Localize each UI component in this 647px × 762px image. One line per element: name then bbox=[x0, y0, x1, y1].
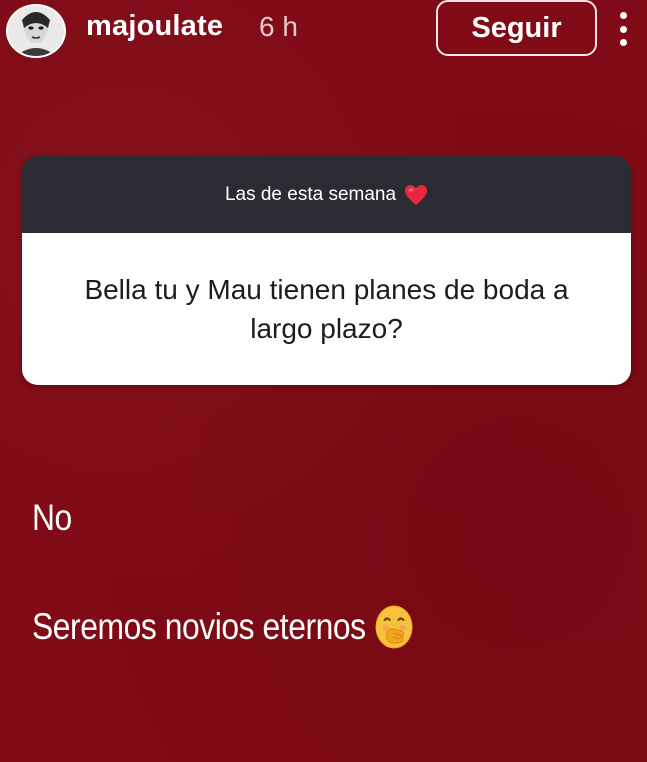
sticker-heading: Las de esta semana bbox=[224, 183, 397, 205]
sticker-header: Las de esta semana bbox=[22, 156, 631, 233]
post-timestamp: 6 h bbox=[259, 11, 298, 42]
sticker-question-area: Bella tu y Mau tienen planes de boda a l… bbox=[22, 233, 631, 385]
profile-avatar[interactable] bbox=[6, 4, 66, 58]
hand-over-mouth-emoji bbox=[374, 604, 414, 650]
follow-button[interactable]: Seguir bbox=[436, 0, 597, 56]
more-dot bbox=[619, 12, 627, 19]
avatar-image bbox=[8, 6, 64, 56]
answer-text: No bbox=[32, 497, 72, 538]
question-sticker: Las de esta semana Bella tu y Mau tienen… bbox=[22, 156, 631, 385]
more-dot bbox=[619, 39, 627, 46]
more-vertical-icon[interactable] bbox=[611, 8, 635, 50]
username[interactable]: majoulate bbox=[86, 10, 223, 43]
more-dot bbox=[619, 25, 627, 33]
answer-line: Seremos novios eternos bbox=[32, 604, 414, 650]
answer-text: Seremos novios eternos bbox=[32, 606, 366, 647]
red-heart-icon bbox=[404, 184, 428, 206]
sticker-question: Bella tu y Mau tienen planes de boda a l… bbox=[84, 274, 569, 344]
